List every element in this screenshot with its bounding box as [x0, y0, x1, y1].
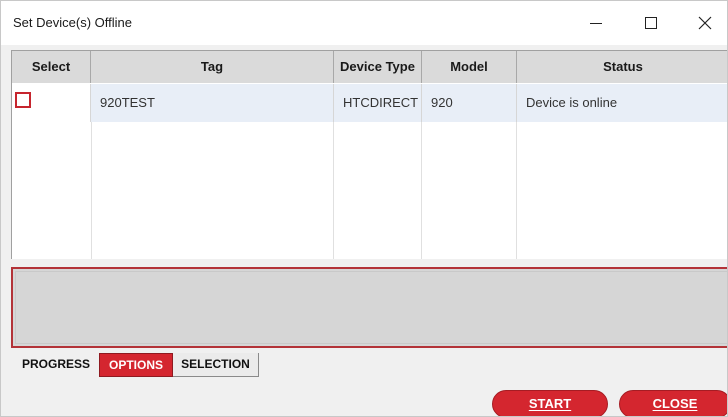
tab-options[interactable]: OPTIONS [99, 353, 173, 377]
message-panel-inner [15, 271, 727, 344]
grid-header: Select Tag Device Type Model Status [12, 51, 727, 83]
table-row[interactable]: 920TEST HTCDIRECT 920 Device is online [12, 84, 727, 122]
select-cell [12, 84, 91, 122]
column-divider [516, 122, 517, 259]
minimize-icon[interactable] [574, 1, 618, 45]
column-header-status[interactable]: Status [517, 51, 727, 83]
column-header-model[interactable]: Model [422, 51, 517, 83]
column-header-device-type[interactable]: Device Type [334, 51, 422, 83]
device-type-cell: HTCDIRECT [334, 84, 422, 122]
close-button[interactable]: CLOSE [619, 390, 727, 416]
set-device-offline-window: Set Device(s) Offline Select Tag Device … [0, 0, 728, 417]
maximize-icon[interactable] [629, 1, 673, 45]
column-header-tag[interactable]: Tag [91, 51, 334, 83]
window-title: Set Device(s) Offline [13, 15, 132, 30]
tab-progress[interactable]: PROGRESS [13, 353, 99, 377]
column-header-select[interactable]: Select [12, 51, 91, 83]
column-divider [333, 122, 334, 259]
title-bar: Set Device(s) Offline [1, 1, 727, 45]
status-cell: Device is online [517, 84, 727, 122]
model-cell: 920 [422, 84, 517, 122]
column-divider [421, 122, 422, 259]
select-checkbox[interactable] [15, 92, 31, 108]
tag-cell: 920TEST [91, 84, 334, 122]
close-icon[interactable] [683, 1, 727, 45]
tab-selection[interactable]: SELECTION [173, 353, 259, 377]
device-grid: Select Tag Device Type Model Status 920T… [11, 50, 727, 259]
message-panel [11, 267, 727, 348]
column-divider [91, 122, 92, 259]
select-cell-box [12, 84, 84, 122]
start-button[interactable]: START [492, 390, 608, 416]
